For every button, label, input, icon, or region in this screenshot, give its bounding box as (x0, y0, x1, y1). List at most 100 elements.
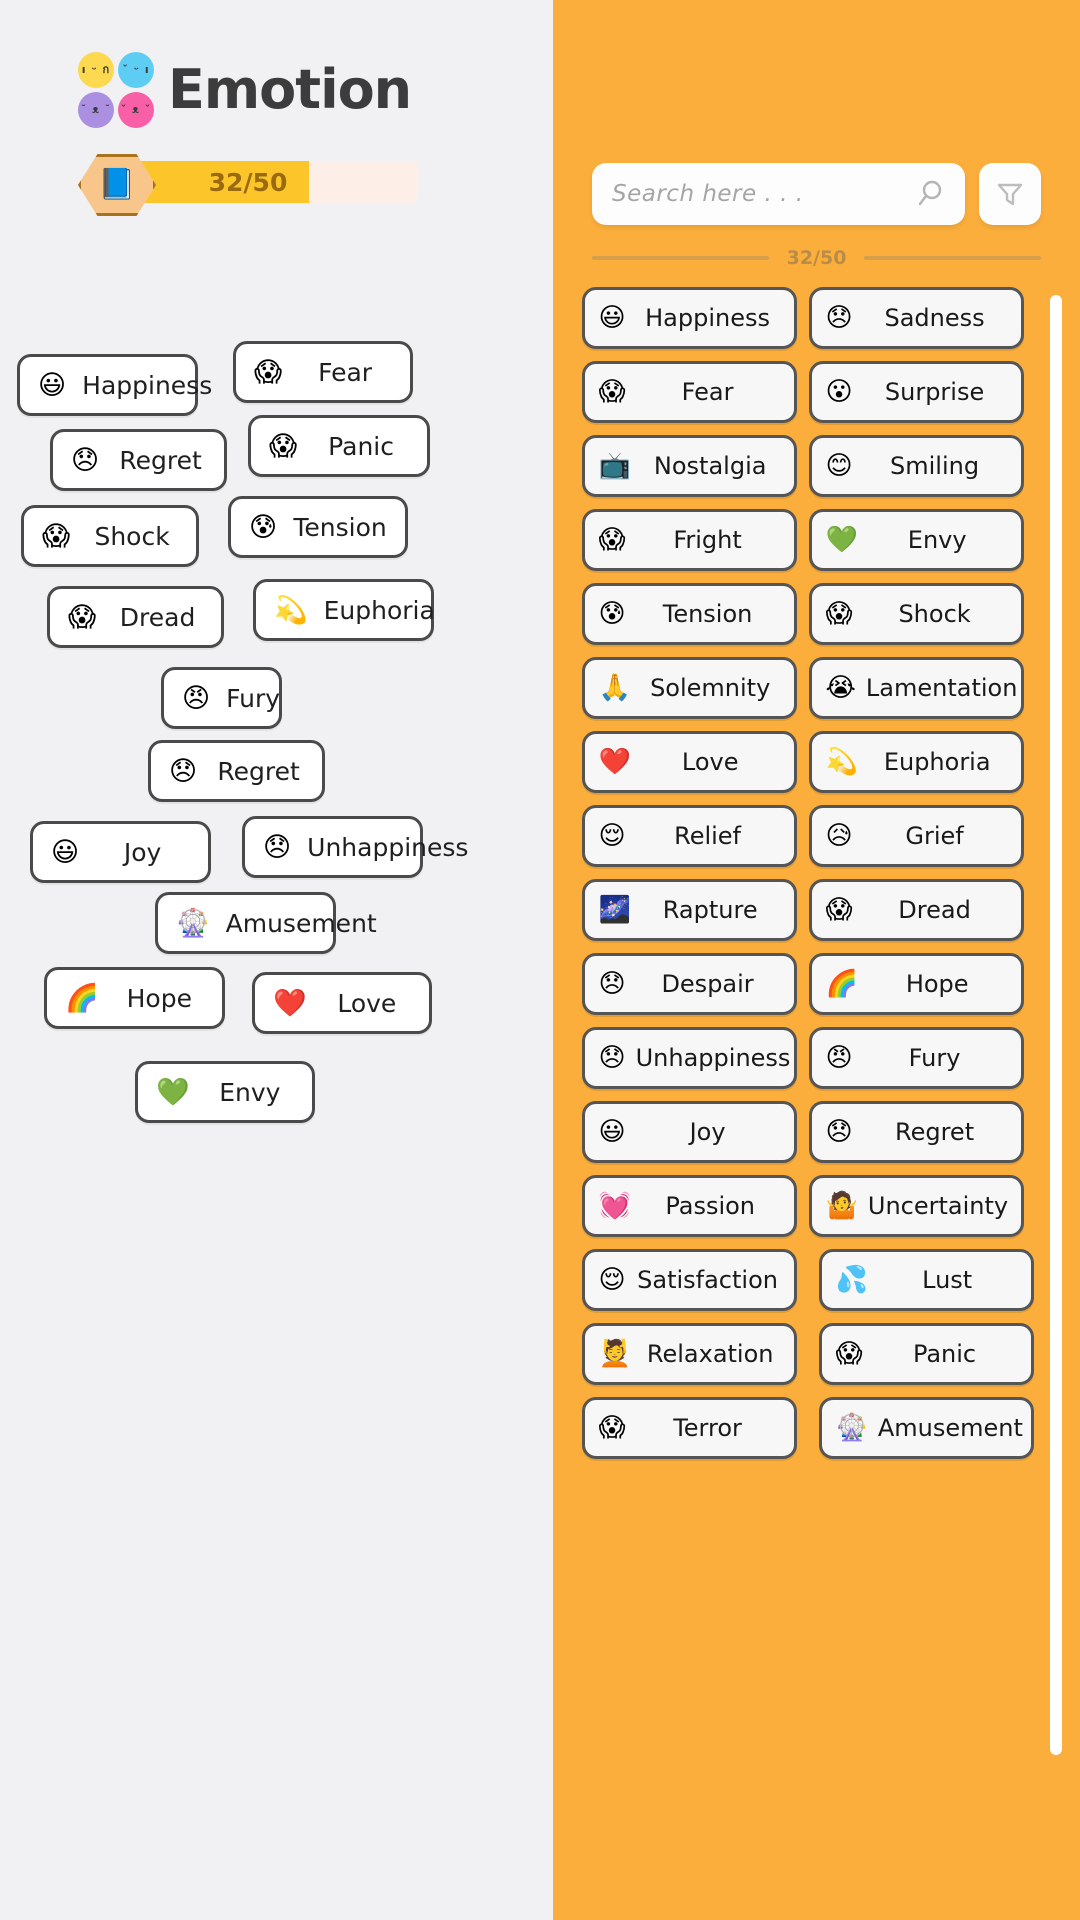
cloud-chip[interactable]: 😞 Unhappiness (242, 816, 468, 878)
cloud-chip-emoji: 😞 (71, 444, 100, 476)
emotion-chip[interactable]: 😱 Terror (581, 1397, 797, 1459)
emotion-chip-emoji: ❤️ (598, 747, 631, 777)
cloud-chip-label: Hope (126, 983, 192, 1013)
cloud-chip[interactable]: 😃 Happiness (17, 354, 212, 416)
cloud-chip[interactable]: 😱 Panic (248, 415, 430, 477)
cloud-chip[interactable]: 😃 Joy (30, 821, 211, 883)
emotion-chip[interactable]: 😌 Relief (581, 805, 797, 867)
cloud-chip[interactable]: 🌈 Hope (44, 967, 225, 1029)
cloud-chip-emoji: 🌈 (65, 982, 99, 1014)
emotion-chip[interactable]: 😠 Fury (808, 1027, 1024, 1089)
emotion-chip-emoji: 😥 (825, 821, 853, 851)
filter-button[interactable] (979, 163, 1041, 225)
emotion-chip-emoji: 😃 (598, 303, 626, 333)
emotion-chip-label: Dread (898, 896, 971, 924)
emotion-list-scroll-area[interactable]: 😃 Happiness 😞 Sadness 😱 Fear 😮 Surprise 📺 Nostalg… (572, 287, 1062, 1920)
emotion-chip[interactable]: 😌 Satisfaction (581, 1249, 797, 1311)
emotion-chip-emoji: 😱 (825, 895, 853, 925)
emotion-chip[interactable]: 😱 Fear (581, 361, 797, 423)
cloud-chip-emoji: 😱 (269, 430, 298, 462)
cloud-chip[interactable]: 😱 Fear (233, 341, 413, 403)
emotion-chip[interactable]: 📺 Nostalgia (581, 435, 797, 497)
emotion-chip[interactable]: 🤷 Uncertainty (808, 1175, 1024, 1237)
emotion-chip[interactable]: 😞 Unhappiness (581, 1027, 797, 1089)
cloud-chip-label: Fear (318, 357, 373, 387)
emotion-chip[interactable]: 😱 Dread (808, 879, 1024, 941)
cloud-chip[interactable]: 💫 Euphoria (253, 579, 435, 641)
emotion-chip-label: Nostalgia (653, 452, 767, 480)
cloud-chip[interactable]: ❤️ Love (252, 972, 432, 1034)
emotion-chip[interactable]: 😮 Surprise (808, 361, 1024, 423)
scrollbar[interactable] (1049, 287, 1062, 1920)
emotion-list: 😃 Happiness 😞 Sadness 😱 Fear 😮 Surprise 📺 Nostalg… (572, 287, 1034, 1459)
emotion-chip-emoji: 😊 (825, 451, 853, 481)
emotion-chip[interactable]: 🌈 Hope (808, 953, 1024, 1015)
emotion-chip[interactable]: 🙏 Solemnity (581, 657, 797, 719)
emotion-chip[interactable]: 😭 Lamentation (808, 657, 1024, 719)
emotion-chip-label: Despair (661, 970, 754, 998)
emotion-chip[interactable]: 😥 Grief (808, 805, 1024, 867)
emotion-chip[interactable]: 😰 Tension (581, 583, 797, 645)
cloud-chip[interactable]: 💚 Envy (135, 1061, 315, 1123)
emotion-chip-emoji: 😭 (825, 673, 856, 703)
emotion-chip[interactable]: 😞 Regret (808, 1101, 1024, 1163)
emotion-chip-emoji: 💦 (835, 1265, 868, 1295)
emotion-chip-label: Regret (894, 1118, 975, 1146)
emotion-chip-emoji: 😮 (825, 377, 853, 407)
emotion-chip[interactable]: 😊 Smiling (808, 435, 1024, 497)
emotion-chip[interactable]: 🎡 Amusement (818, 1397, 1034, 1459)
emotion-chip-label: Fright (673, 526, 742, 554)
emotion-chip-label: Lust (922, 1266, 973, 1294)
right-panel: 32/50 😃 Happiness 😞 Sadness 😱 Fear 😮 Surprise 📺 N… (553, 0, 1080, 1920)
cloud-chip[interactable]: 😱 Dread (47, 586, 224, 648)
emotion-chip-label: Envy (907, 526, 967, 554)
emotion-chip[interactable]: 💚 Envy (808, 509, 1024, 571)
search-input[interactable] (612, 181, 915, 207)
cloud-chip[interactable]: 🎡 Amusement (155, 892, 377, 954)
emotion-chip[interactable]: 😃 Joy (581, 1101, 797, 1163)
cloud-chip[interactable]: 😞 Regret (50, 429, 227, 491)
cloud-chip-emoji: 😃 (38, 369, 67, 401)
scrollbar-thumb[interactable] (1049, 295, 1062, 1755)
emotion-chip[interactable]: 😱 Fright (581, 509, 797, 571)
cloud-chip[interactable]: 😰 Tension (228, 496, 408, 558)
logo-face-purple-eyes: ˘ ᴥ ˘ (80, 103, 112, 116)
word-cloud: 😃 Happiness 😱 Fear 😞 Regret 😱 Panic 😱 Shock 😰 Tensi… (0, 336, 553, 1136)
emotion-chip-emoji: 😱 (598, 1413, 626, 1443)
search-box[interactable] (592, 163, 965, 225)
emotion-chip-emoji: 🙏 (598, 673, 631, 703)
emotion-chip-emoji: 🌌 (598, 895, 631, 925)
emotion-chip[interactable]: 💆 Relaxation (581, 1323, 797, 1385)
emotion-chip-label: Amusement (877, 1414, 1023, 1442)
emotion-chip-label: Fury (908, 1044, 961, 1072)
emotion-chip[interactable]: 💦 Lust (818, 1249, 1034, 1311)
cloud-chip-emoji: 💫 (274, 594, 308, 626)
emotion-chip-emoji: 😌 (598, 1265, 626, 1295)
cloud-chip-emoji: 😱 (254, 356, 283, 388)
emotion-chip-emoji: 😌 (598, 821, 626, 851)
emotion-chip[interactable]: 💫 Euphoria (808, 731, 1024, 793)
emotion-chip[interactable]: 😱 Panic (818, 1323, 1034, 1385)
cloud-chip-emoji: 😃 (51, 836, 80, 868)
emotion-chip-label: Uncertainty (867, 1192, 1009, 1220)
emotion-chip[interactable]: 😃 Happiness (581, 287, 797, 349)
cloud-chip-label: Tension (293, 512, 387, 542)
logo-face-yellow-eyes: ı ᵕ ก (81, 63, 111, 76)
emotion-chip-emoji: 😱 (825, 599, 853, 629)
emotion-chip-emoji: 🎡 (835, 1413, 868, 1443)
emotion-chip-label: Happiness (645, 304, 770, 332)
emotion-chip[interactable]: 😞 Sadness (808, 287, 1024, 349)
emotion-chip[interactable]: 😱 Shock (808, 583, 1024, 645)
cloud-chip[interactable]: 😱 Shock (21, 505, 199, 567)
cloud-chip-emoji: ❤️ (273, 987, 307, 1019)
emotion-chip-emoji: 😃 (598, 1117, 626, 1147)
emotion-chip[interactable]: 💓 Passion (581, 1175, 797, 1237)
emotion-chip-label: Shock (898, 600, 971, 628)
cloud-chip[interactable]: 😠 Fury (161, 667, 282, 729)
cloud-chip[interactable]: 😞 Regret (148, 740, 325, 802)
search-icon[interactable] (915, 179, 945, 209)
emotion-chip[interactable]: 😞 Despair (581, 953, 797, 1015)
brand-row: ı ᵕ ก ˇ ᵕ ı ˘ ᴥ ˘ ˇ ᴥ ˇ Emotion (0, 0, 553, 128)
emotion-chip[interactable]: 🌌 Rapture (581, 879, 797, 941)
emotion-chip[interactable]: ❤️ Love (581, 731, 797, 793)
